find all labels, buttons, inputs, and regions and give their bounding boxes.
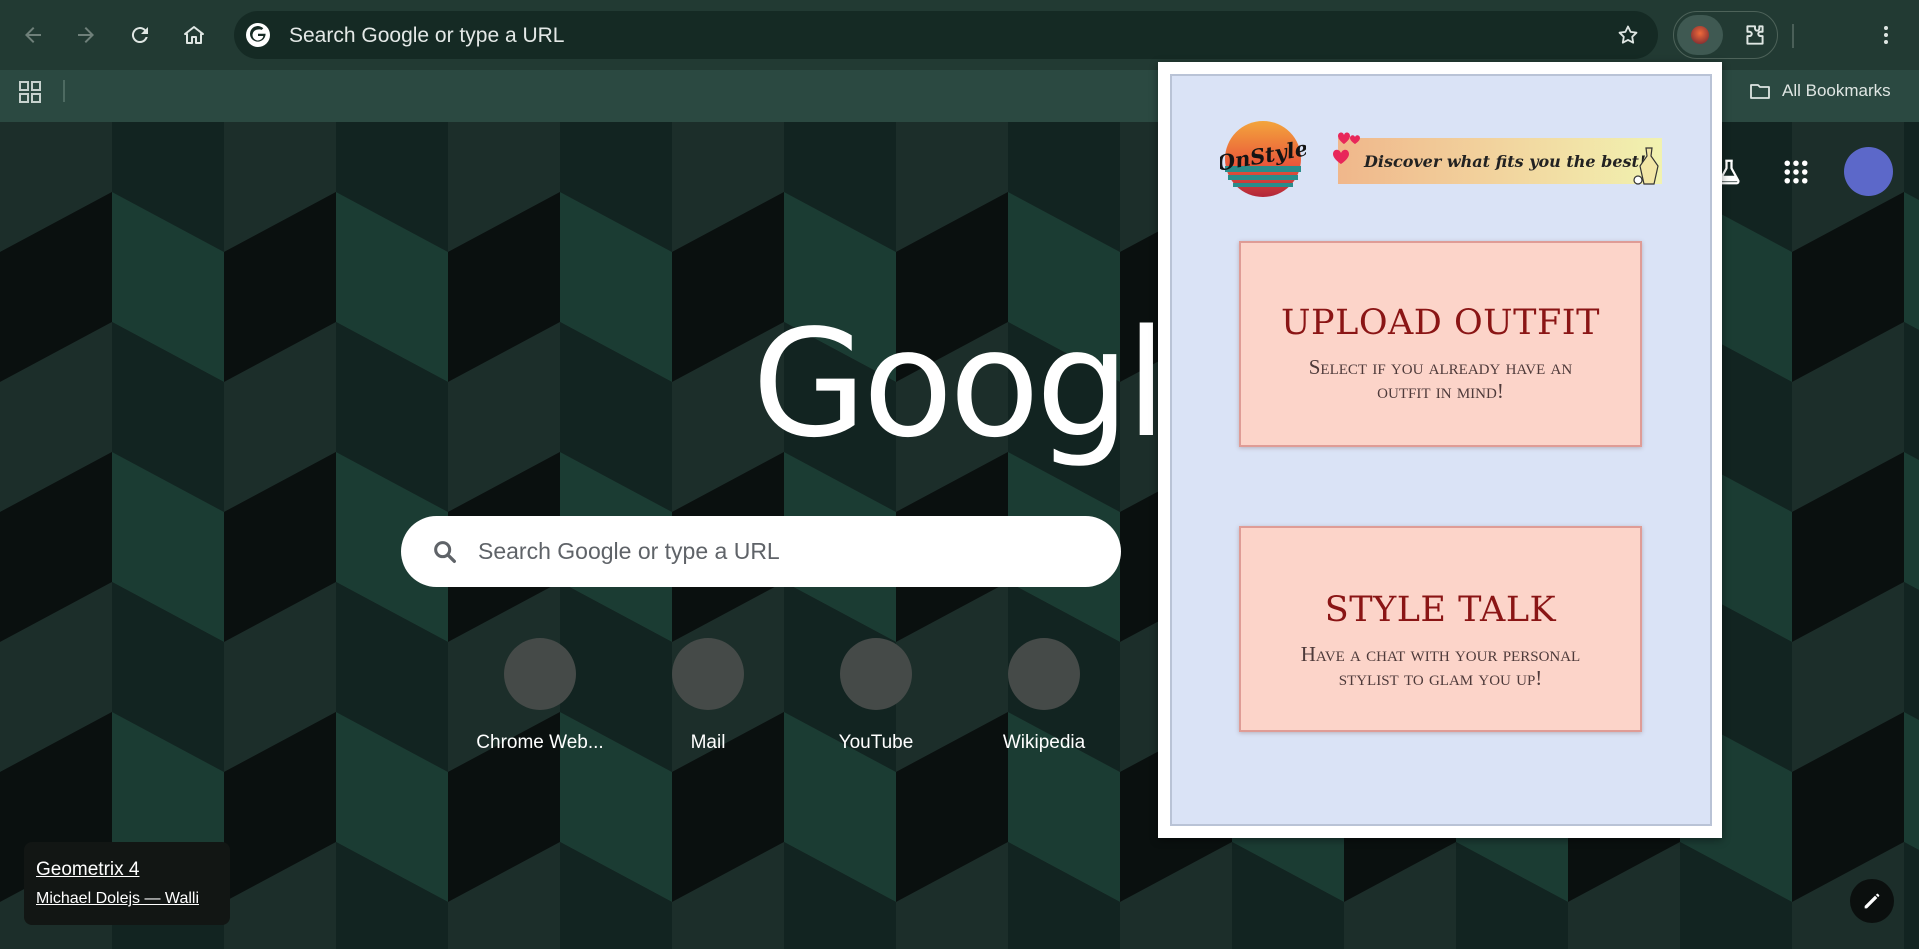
shortcut-label: Wikipedia bbox=[1002, 732, 1086, 753]
home-icon bbox=[184, 26, 204, 44]
shortcut-favicon bbox=[1008, 638, 1080, 710]
onstyle-extension-icon bbox=[1691, 26, 1709, 44]
bookmark-star-icon[interactable] bbox=[1616, 23, 1640, 47]
shortcut-label: Mail bbox=[690, 732, 726, 753]
shortcut-label: Chrome Web... bbox=[476, 732, 604, 753]
chrome-menu-button[interactable] bbox=[1866, 15, 1906, 55]
shortcut-label: YouTube bbox=[838, 732, 914, 753]
apps-grid-icon[interactable] bbox=[18, 80, 42, 104]
puzzle-icon bbox=[1746, 25, 1764, 45]
onstyle-extension-button[interactable] bbox=[1677, 15, 1723, 55]
background-title-link[interactable]: Geometrix 4 bbox=[36, 859, 139, 881]
background-credit: Geometrix 4 Michael Dolejs — Walli bbox=[24, 842, 230, 925]
tagline-text: Discover what fits you the best! bbox=[1338, 138, 1662, 184]
style-talk-card[interactable]: STYLE TALK Have a chat with your persona… bbox=[1239, 526, 1642, 732]
back-arrow-icon bbox=[25, 27, 41, 43]
ntp-search-placeholder[interactable]: Search Google or type a URL bbox=[478, 538, 780, 565]
reload-icon bbox=[131, 27, 148, 44]
dress-icon bbox=[1633, 147, 1659, 185]
onstyle-logo: OnStyle bbox=[1220, 121, 1306, 197]
account-avatar[interactable] bbox=[1844, 147, 1893, 196]
google-apps-icon[interactable] bbox=[1781, 157, 1811, 187]
customize-chrome-button[interactable] bbox=[1850, 879, 1894, 923]
pencil-icon bbox=[1864, 893, 1880, 909]
omnibox[interactable]: Search Google or type a URL bbox=[234, 11, 1658, 59]
folder-icon bbox=[1750, 84, 1770, 99]
tagline-banner: Discover what fits you the best! bbox=[1330, 128, 1668, 190]
upload-outfit-card[interactable]: UPLOAD OUTFIT Select if you already have… bbox=[1239, 241, 1642, 447]
all-bookmarks-button[interactable]: All Bookmarks bbox=[1748, 79, 1891, 103]
shortcut-mail[interactable]: Mail bbox=[633, 638, 783, 758]
background-author-link[interactable]: Michael Dolejs — Walli bbox=[36, 890, 199, 908]
back-button[interactable] bbox=[13, 15, 53, 55]
ntp-search-box[interactable]: Search Google or type a URL bbox=[401, 516, 1121, 587]
kebab-menu-icon bbox=[1884, 26, 1888, 44]
upload-outfit-subtitle: Select if you already have an outfit in … bbox=[1308, 355, 1573, 403]
shortcut-chrome-web-store[interactable]: Chrome Web... bbox=[465, 638, 615, 758]
forward-button[interactable] bbox=[66, 15, 106, 55]
shortcut-youtube[interactable]: YouTube bbox=[801, 638, 951, 758]
shortcut-favicon bbox=[672, 638, 744, 710]
extensions-menu-button[interactable] bbox=[1735, 15, 1775, 55]
omnibox-text[interactable]: Search Google or type a URL bbox=[289, 24, 564, 48]
toolbar-separator bbox=[1792, 24, 1794, 48]
shortcut-favicon bbox=[504, 638, 576, 710]
hearts-icon bbox=[1333, 132, 1360, 164]
reload-button[interactable] bbox=[120, 15, 160, 55]
all-bookmarks-label: All Bookmarks bbox=[1782, 81, 1891, 100]
search-icon bbox=[434, 541, 456, 563]
upload-outfit-title: UPLOAD OUTFIT bbox=[1281, 303, 1600, 343]
forward-arrow-icon bbox=[78, 27, 94, 43]
shortcut-favicon bbox=[840, 638, 912, 710]
google-g-icon bbox=[246, 23, 270, 47]
shortcut-wikipedia[interactable]: Wikipedia bbox=[969, 638, 1119, 758]
style-talk-subtitle: Have a chat with your personal stylist t… bbox=[1300, 642, 1581, 690]
home-button[interactable] bbox=[174, 15, 214, 55]
bookmarks-separator bbox=[63, 80, 65, 102]
style-talk-title: STYLE TALK bbox=[1324, 590, 1557, 630]
